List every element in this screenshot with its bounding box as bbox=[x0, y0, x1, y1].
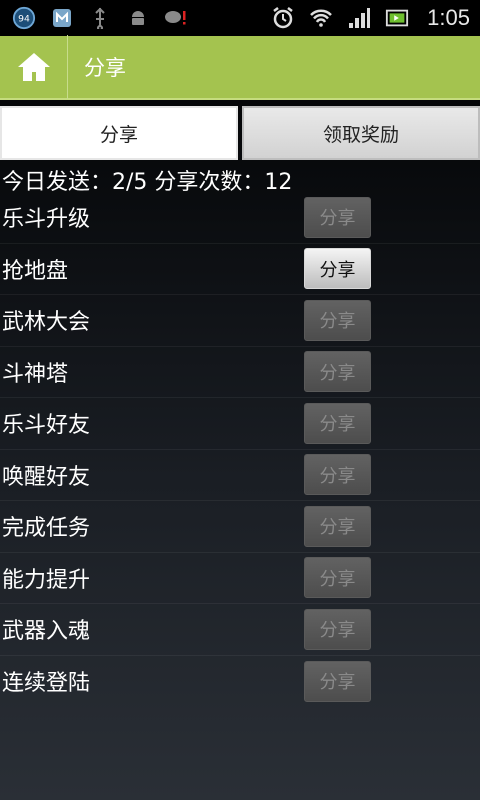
share-button: 分享 bbox=[304, 557, 371, 599]
share-button: 分享 bbox=[304, 299, 371, 341]
tab-bar: 分享 领取奖励 bbox=[0, 106, 480, 160]
mail-app-icon bbox=[50, 6, 74, 30]
list-item-label: 唤醒好友 bbox=[2, 464, 91, 490]
battery-icon bbox=[385, 6, 409, 30]
share-button: 分享 bbox=[304, 454, 371, 496]
chat-alert-icon bbox=[164, 6, 188, 30]
list-item-label: 武林大会 bbox=[2, 310, 91, 336]
page-title: 分享 bbox=[84, 56, 126, 80]
list-item-label: 乐斗好友 bbox=[2, 413, 91, 439]
usb-icon bbox=[88, 6, 112, 30]
signal-icon bbox=[347, 6, 371, 30]
tab-claim-rewards[interactable]: 领取奖励 bbox=[242, 106, 480, 160]
status-right: 1:05 bbox=[271, 5, 470, 31]
share-button: 分享 bbox=[304, 608, 371, 650]
list-item: 唤醒好友 分享 bbox=[0, 450, 480, 501]
list-item: 武器入魂 分享 bbox=[0, 604, 480, 656]
list-item-label: 连续登陆 bbox=[2, 671, 91, 697]
list-item-label: 能力提升 bbox=[2, 567, 91, 593]
clock-time: 1:05 bbox=[427, 5, 470, 30]
share-button[interactable]: 分享 bbox=[304, 248, 371, 290]
list-item-label: 武器入魂 bbox=[2, 619, 91, 645]
tab-share[interactable]: 分享 bbox=[0, 106, 238, 160]
share-button: 分享 bbox=[304, 196, 371, 238]
alarm-icon bbox=[271, 6, 295, 30]
list-item: 完成任务 分享 bbox=[0, 501, 480, 553]
android-icon bbox=[126, 6, 150, 30]
list-item: 连续登陆 分享 bbox=[0, 656, 480, 708]
home-button[interactable] bbox=[0, 35, 68, 99]
list-item-label: 乐斗升级 bbox=[2, 207, 91, 233]
list-item: 斗神塔 分享 bbox=[0, 347, 480, 398]
notification-badge-icon: 94 bbox=[12, 6, 36, 30]
share-button: 分享 bbox=[304, 505, 371, 547]
list-item: 乐斗升级 分享 bbox=[0, 192, 480, 244]
list-item: 乐斗好友 分享 bbox=[0, 398, 480, 450]
list-item: 抢地盘 分享 bbox=[0, 244, 480, 295]
list-item-label: 完成任务 bbox=[2, 516, 91, 542]
status-left: 94 bbox=[12, 6, 188, 30]
list-item-label: 抢地盘 bbox=[2, 258, 69, 284]
share-button: 分享 bbox=[304, 660, 371, 702]
share-button: 分享 bbox=[304, 402, 371, 444]
notification-badge-text: 94 bbox=[18, 14, 30, 25]
share-button: 分享 bbox=[304, 351, 371, 393]
list-item-label: 斗神塔 bbox=[2, 361, 69, 387]
list-item: 武林大会 分享 bbox=[0, 295, 480, 347]
home-icon bbox=[17, 53, 50, 81]
status-bar: 94 1:05 bbox=[0, 0, 480, 36]
list-item: 能力提升 分享 bbox=[0, 553, 480, 604]
wifi-icon bbox=[309, 6, 333, 30]
app-header: 分享 bbox=[0, 35, 480, 100]
share-list: 乐斗升级 分享 抢地盘 分享 武林大会 分享 斗神塔 分享 乐斗好友 分享 唤醒… bbox=[0, 192, 480, 707]
